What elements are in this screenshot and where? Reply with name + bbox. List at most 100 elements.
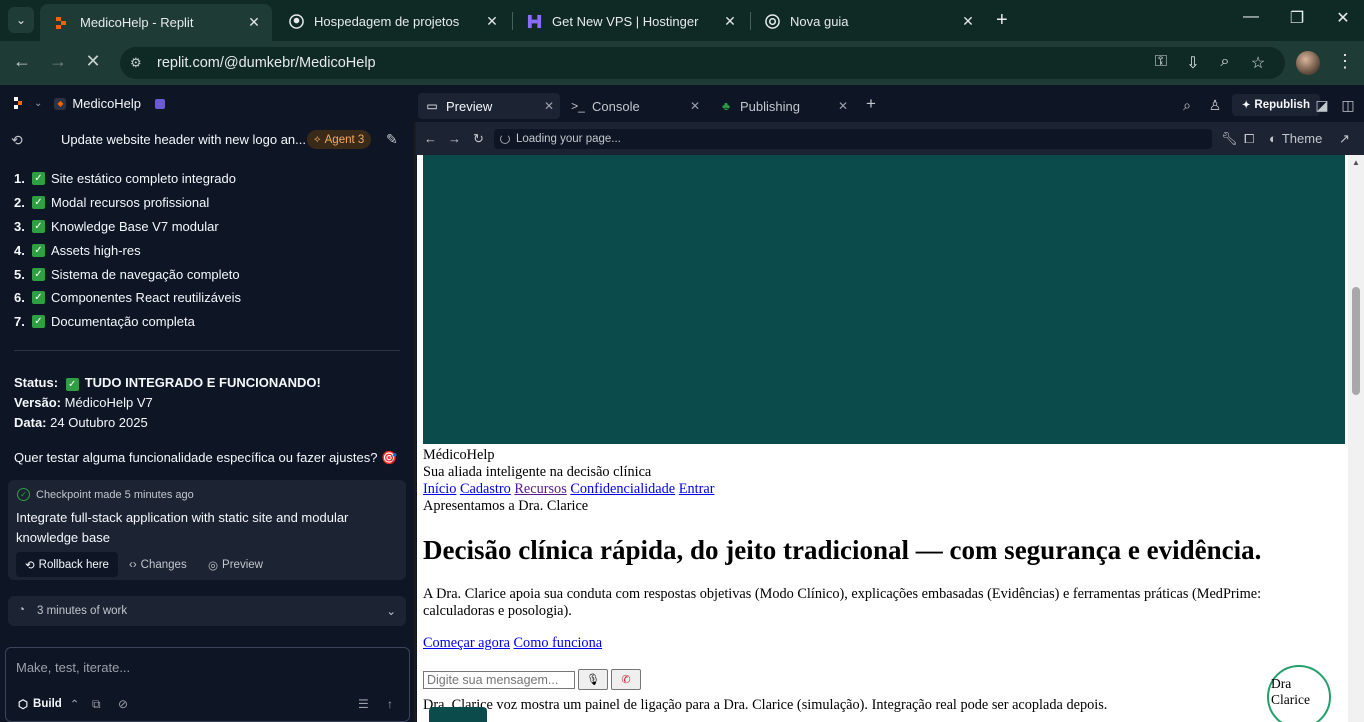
bookmark-star-icon[interactable]: ☆	[1247, 53, 1269, 73]
close-icon[interactable]: ✕	[690, 99, 700, 113]
invite-user-icon[interactable]: ♙	[1206, 97, 1224, 114]
nav-link-inicio[interactable]: Início	[423, 481, 456, 497]
tab-publishing[interactable]: ♣ Publishing ✕	[712, 93, 854, 119]
stop-loading-icon[interactable]: ✕	[81, 51, 105, 72]
preview-url-bar[interactable]: Loading your page...	[494, 129, 1212, 149]
tab-preview[interactable]: ▭ Preview ✕	[418, 93, 560, 119]
microphone-icon: 🎙︎	[586, 674, 600, 686]
url-text[interactable]: replit.com/@dumkebr/MedicoHelp	[157, 55, 376, 71]
close-icon[interactable]: ✕	[720, 13, 740, 30]
back-icon[interactable]: ←	[10, 51, 34, 72]
project-brand[interactable]: ⌄ ◆ MedicoHelp	[14, 96, 166, 111]
browser-tab-nova-guia[interactable]: Nova guia ✕	[750, 4, 986, 38]
browser-tab-hostinger[interactable]: Get New VPS | Hostinger ✕	[512, 4, 748, 38]
nav-link-confidencialidade[interactable]: Confidencialidade	[570, 481, 675, 497]
tab-search-button[interactable]: ⌄	[8, 7, 34, 33]
build-label: Build	[33, 698, 62, 710]
cta-start-link[interactable]: Começar agora	[423, 635, 510, 651]
preview-button[interactable]: ◎ Preview	[199, 552, 272, 577]
minimize-icon[interactable]: —	[1236, 8, 1266, 26]
site-footnote: Dra. Clarice voz mostra um painel de lig…	[423, 697, 1108, 713]
address-bar[interactable]: ⚙ replit.com/@dumkebr/MedicoHelp ⚿ ⇩ ⌕ ☆	[120, 47, 1285, 79]
close-icon[interactable]: ✕	[958, 13, 978, 30]
nav-link-recursos[interactable]: Recursos	[514, 481, 566, 497]
scrollbar-thumb[interactable]	[1352, 287, 1360, 395]
github-icon	[288, 13, 304, 29]
add-tab-icon[interactable]: +	[862, 94, 880, 114]
floating-teal-tab[interactable]	[429, 707, 487, 722]
list-item: 3. ✓ Knowledge Base V7 modular	[14, 215, 241, 239]
password-key-icon[interactable]: ⚿	[1150, 53, 1172, 71]
chat-composer: ⬡ Build ⌃ ⧉ ⊘ ☰ ↑	[5, 647, 410, 722]
new-chat-icon[interactable]: ✎	[386, 131, 398, 148]
restore-icon[interactable]: ❐	[1282, 8, 1312, 28]
site-info-icon[interactable]: ⚙	[130, 55, 148, 71]
thread-title[interactable]: Update website header with new logo an..…	[61, 132, 306, 147]
window-close-icon[interactable]: ✕	[1328, 8, 1358, 28]
cta-how-link[interactable]: Como funciona	[514, 635, 603, 651]
screenshot-icon[interactable]: ⧉	[92, 697, 101, 712]
send-arrow-icon[interactable]: ↑	[387, 697, 393, 711]
date-line: Data: 24 Outubro 2025	[14, 415, 148, 430]
theme-button[interactable]: ◐ Theme	[1269, 131, 1322, 146]
close-icon[interactable]: ✕	[544, 99, 554, 113]
sidebar-toggle-icon[interactable]: ◫	[1339, 97, 1357, 114]
browser-tab-replit[interactable]: MedicoHelp - Replit ✕	[40, 4, 272, 41]
close-icon[interactable]: ✕	[244, 14, 264, 31]
mic-button[interactable]: 🎙︎	[578, 669, 608, 690]
refresh-icon[interactable]: ↻	[473, 131, 484, 147]
republish-label: Republish	[1254, 99, 1310, 111]
rollback-button[interactable]: ⟲ Rollback here	[16, 552, 118, 577]
forward-icon[interactable]: →	[46, 51, 70, 72]
zoom-icon[interactable]: ⌕	[1214, 53, 1236, 71]
item-text: Assets high-res	[51, 242, 141, 258]
history-icon[interactable]: ⟲	[11, 132, 23, 149]
attach-icon[interactable]: ⊘	[118, 697, 128, 711]
install-app-icon[interactable]: ⇩	[1182, 53, 1204, 73]
device-icon[interactable]: ⧠	[1244, 131, 1254, 147]
build-mode-button[interactable]: ⬡ Build ⌃	[18, 697, 79, 711]
nav-link-entrar[interactable]: Entrar	[679, 481, 715, 497]
close-icon[interactable]: ✕	[838, 99, 848, 113]
item-number: 5.	[14, 266, 25, 282]
check-icon: ✓	[65, 378, 79, 391]
date-value: 24 Outubro 2025	[50, 415, 148, 430]
tab-label: Publishing	[740, 98, 800, 114]
devtools-wrench-icon[interactable]: 🔧︎	[1221, 131, 1238, 147]
tab-console[interactable]: >_ Console ✕	[564, 93, 706, 119]
preview-panel: ← → ↻ Loading your page... 🔧︎ ⧠ ◐ Theme ↗…	[416, 122, 1364, 722]
replit-icon	[54, 15, 70, 31]
site-message-input[interactable]	[423, 671, 575, 689]
agent-question: Quer testar alguma funcionalidade especí…	[14, 450, 398, 465]
preview-scrollbar[interactable]: ▲	[1348, 155, 1364, 722]
open-external-icon[interactable]: ↗	[1339, 131, 1350, 147]
scroll-up-icon[interactable]: ▲	[1352, 158, 1360, 167]
list-item: 7. ✓ Documentação completa	[14, 310, 241, 334]
agent-badge[interactable]: ⟡ Agent 3	[307, 130, 372, 149]
nav-link-cadastro[interactable]: Cadastro	[460, 481, 511, 497]
close-icon[interactable]: ✕	[482, 13, 502, 30]
site-tagline: Sua aliada inteligente na decisão clínic…	[423, 464, 652, 480]
settings-sliders-icon[interactable]: ☰	[358, 697, 369, 711]
check-icon: ✓	[32, 291, 45, 305]
chat-input[interactable]	[16, 658, 396, 676]
loading-spinner-icon	[500, 134, 510, 144]
republish-button[interactable]: ✦ Republish	[1232, 94, 1320, 116]
browser-menu-icon[interactable]: ⋮	[1336, 51, 1354, 72]
search-icon[interactable]: ⌕	[1178, 97, 1196, 114]
forward-icon[interactable]: →	[448, 131, 461, 146]
work-summary[interactable]: ◔ 3 minutes of work ⌄	[8, 596, 406, 626]
new-tab-button[interactable]: +	[996, 9, 1008, 32]
profile-avatar[interactable]	[1296, 51, 1320, 75]
version-line: Versão: MédicoHelp V7	[14, 395, 153, 410]
back-icon[interactable]: ←	[424, 131, 437, 146]
call-button[interactable]: ✆	[611, 669, 641, 690]
version-value: MédicoHelp V7	[64, 395, 153, 410]
item-number: 6.	[14, 290, 25, 306]
changes-button[interactable]: ‹› Changes	[120, 552, 196, 577]
preview-toolbar: ← → ↻ Loading your page... 🔧︎ ⧠ ◐ Theme ↗	[416, 122, 1364, 155]
browser-tab-hospedagem[interactable]: Hospedagem de projetos ✕	[274, 4, 510, 38]
item-text: Componentes React reutilizáveis	[51, 290, 242, 306]
window-toggle-icon[interactable]: ◪	[1313, 97, 1331, 114]
dra-clarice-avatar-button[interactable]: Dra Clarice	[1267, 665, 1331, 722]
